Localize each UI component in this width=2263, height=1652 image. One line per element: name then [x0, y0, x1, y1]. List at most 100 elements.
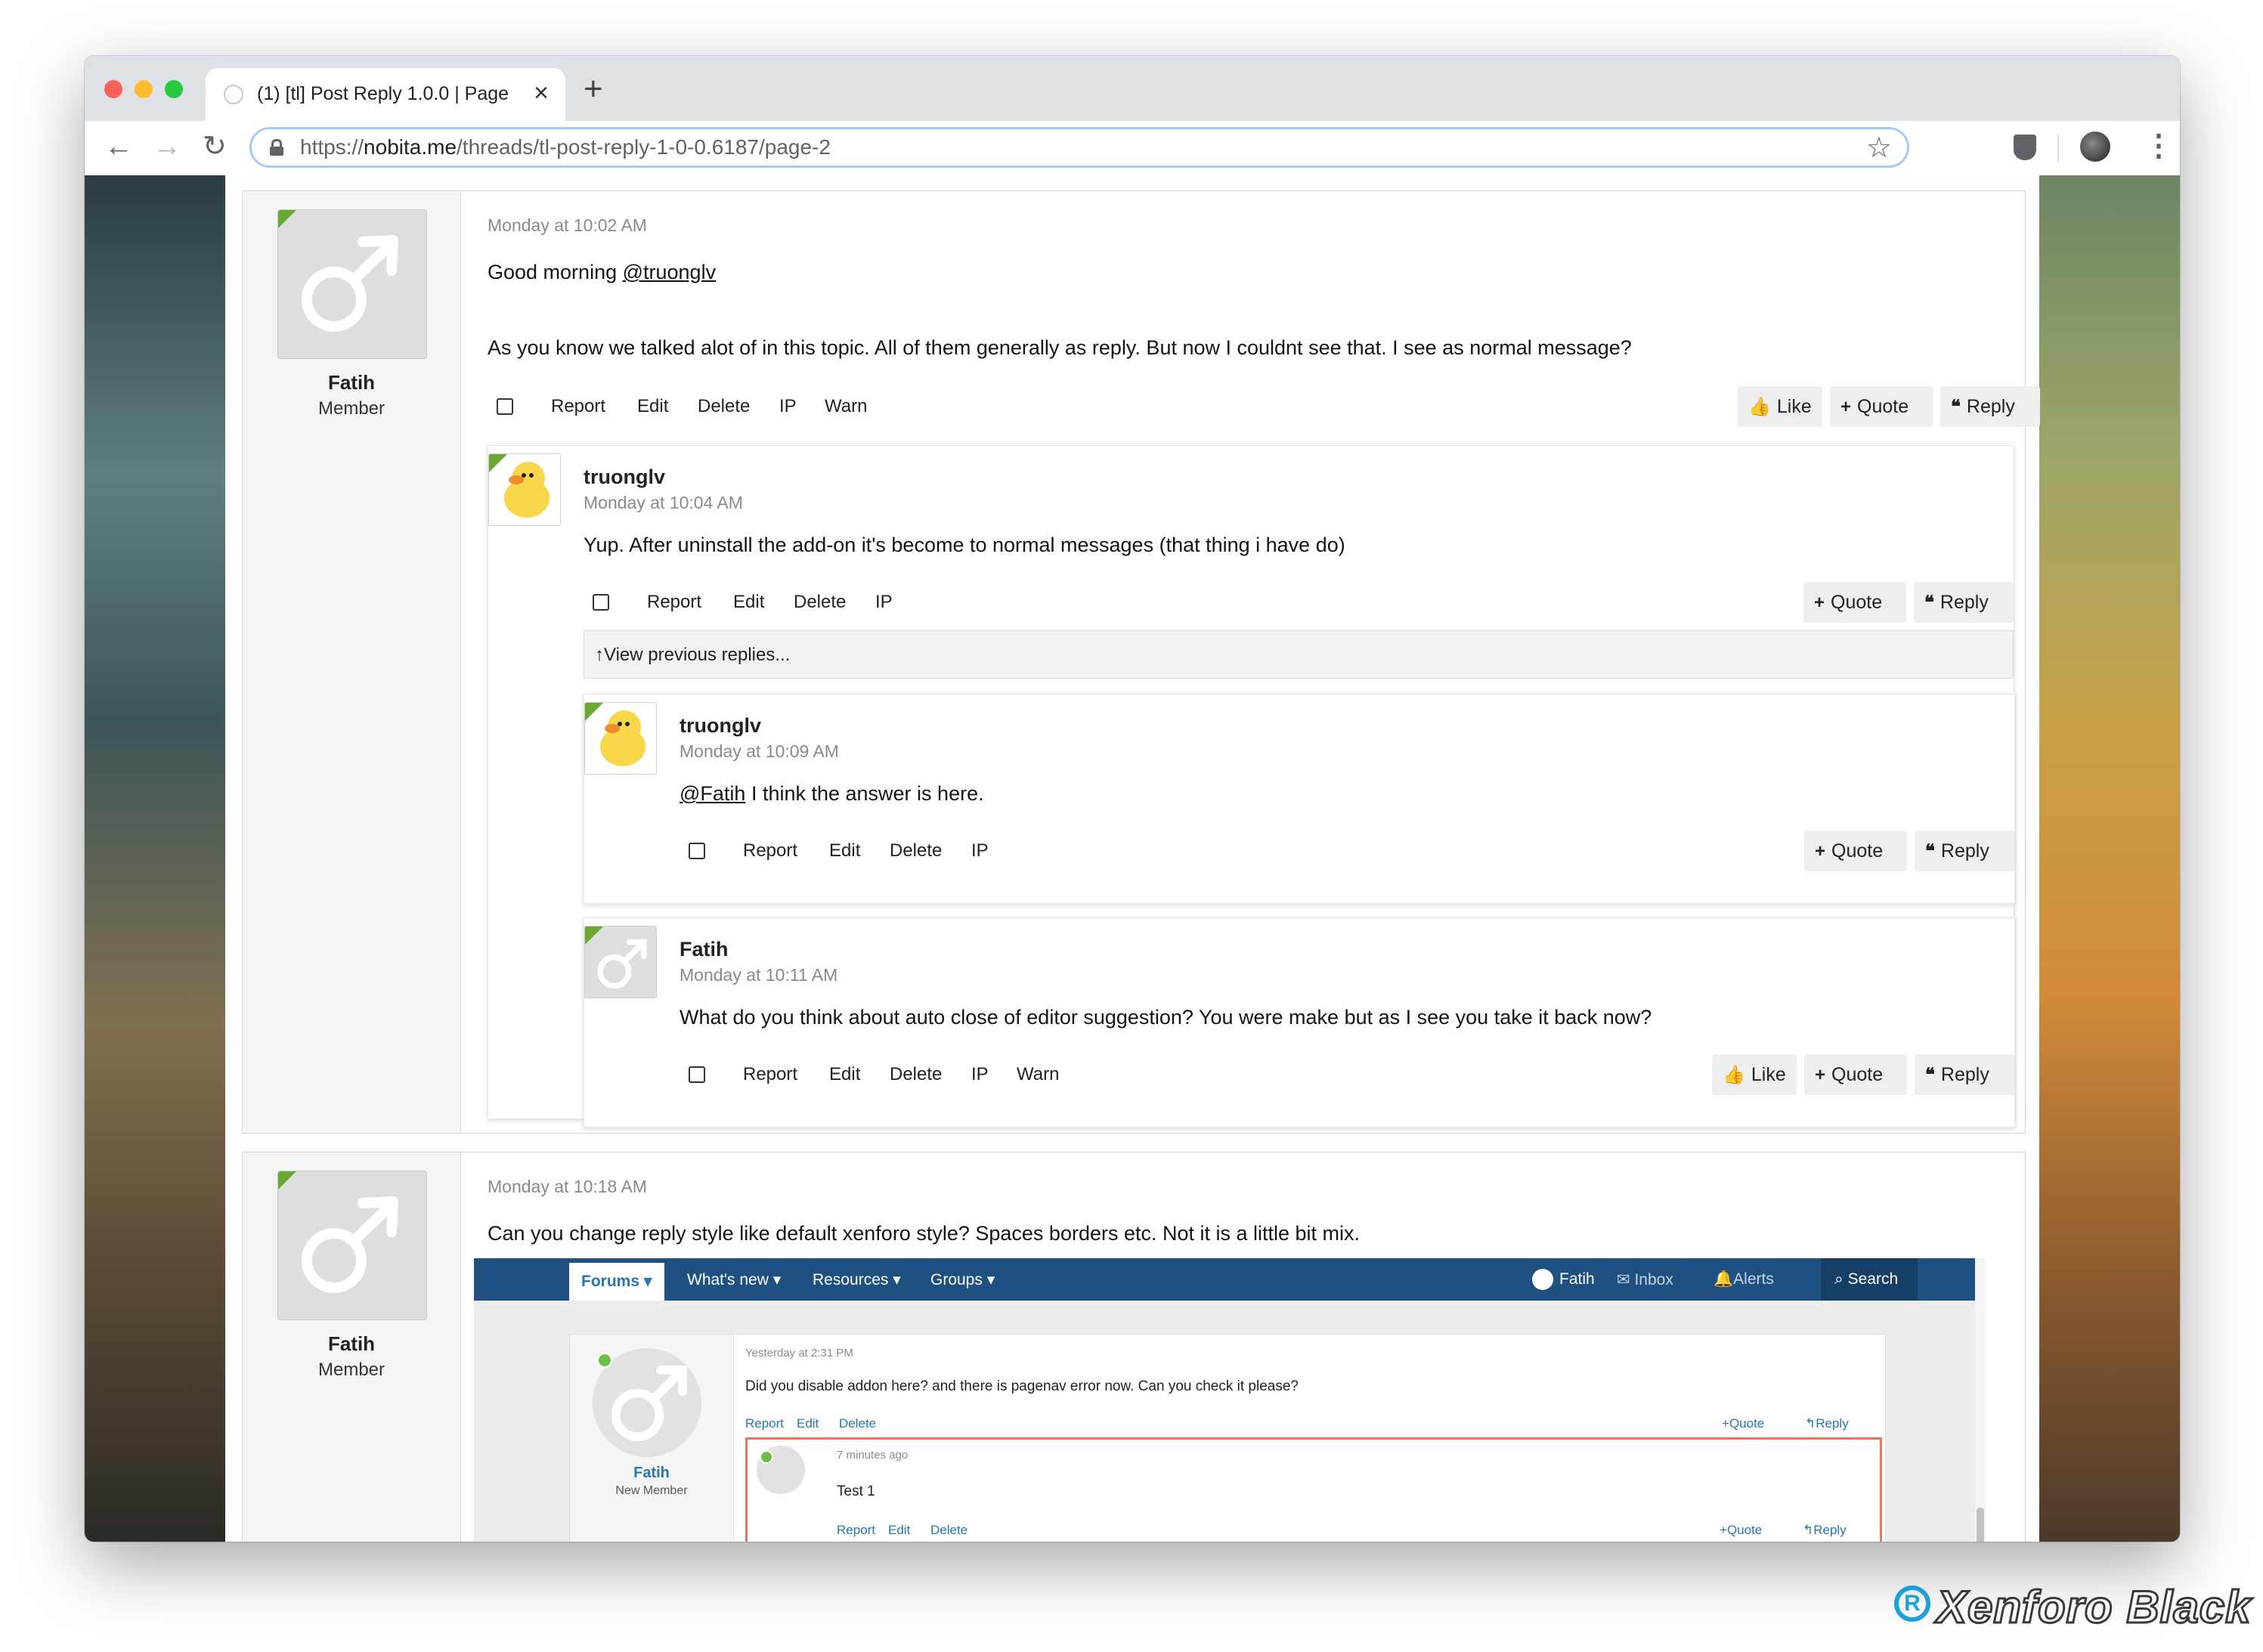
report-link[interactable]: Report [743, 1064, 797, 1085]
embedded-report: Report [745, 1416, 785, 1431]
registered-mark-icon: R [1894, 1585, 1930, 1622]
ip-link[interactable]: IP [971, 1064, 989, 1085]
report-link[interactable]: Report [647, 592, 701, 613]
profile-avatar[interactable] [2080, 131, 2110, 162]
avatar[interactable] [584, 702, 657, 775]
reply-date[interactable]: Monday at 10:11 AM [680, 965, 837, 985]
address-bar[interactable]: https://nobita.me/threads/tl-post-reply-… [249, 127, 1909, 168]
embedded-reply-body: Test 1 [837, 1483, 875, 1499]
select-checkbox[interactable] [689, 843, 705, 859]
quote-marks-icon: ❝ [1951, 397, 1961, 417]
embedded-edit: Edit [797, 1416, 819, 1431]
mention-link[interactable]: @truonglv [623, 261, 716, 283]
close-window-button[interactable] [104, 80, 122, 98]
reply-button[interactable]: ❝ Reply [1940, 386, 2040, 427]
warn-link[interactable]: Warn [825, 396, 867, 417]
url-text[interactable]: https://nobita.me/threads/tl-post-reply-… [300, 135, 831, 159]
reply-button[interactable]: ❝ Reply [1915, 1054, 2014, 1095]
tab-favicon-icon [224, 85, 243, 104]
mention-link[interactable]: @Fatih [680, 782, 745, 805]
delete-link[interactable]: Delete [698, 396, 750, 417]
message-user-cell: Fatih Member [243, 1152, 461, 1542]
reload-icon[interactable]: ↻ [203, 130, 227, 163]
extension-shield-icon[interactable] [2014, 135, 2036, 160]
new-tab-icon[interactable]: + [584, 73, 603, 106]
quote-marks-icon: ❝ [1925, 841, 1935, 862]
view-previous-replies-link[interactable]: ↑View previous replies... [584, 630, 2014, 679]
embedded-reply: ↰Reply [1805, 1416, 1849, 1431]
reply-date[interactable]: Monday at 10:09 AM [680, 741, 839, 762]
bookmark-star-icon[interactable]: ☆ [1866, 131, 1892, 165]
select-checkbox[interactable] [689, 1066, 705, 1083]
reply-button[interactable]: ❝ Reply [1915, 831, 2014, 871]
back-arrow-icon[interactable]: ← [104, 130, 133, 163]
forward-arrow-icon[interactable]: → [153, 130, 181, 163]
embedded-reply-report: Report [837, 1523, 876, 1537]
report-link[interactable]: Report [551, 396, 605, 417]
online-indicator [278, 1171, 296, 1190]
background-right [2039, 175, 2180, 1542]
quote-button[interactable]: + Quote [1830, 386, 1933, 427]
reply-actions: Report Edit Delete IP Warn 👍 Like + Quote … [680, 1054, 2014, 1095]
username[interactable]: Fatih [243, 371, 460, 394]
like-button[interactable]: 👍 Like [1738, 386, 1822, 427]
quote-button[interactable]: + Quote [1804, 1054, 1907, 1095]
reply-item: Fatih Monday at 10:11 AM What do you thi… [584, 917, 2015, 1128]
embedded-delete: Delete [839, 1416, 877, 1431]
quote-button[interactable]: + Quote [1804, 831, 1907, 871]
select-checkbox[interactable] [497, 398, 513, 415]
delete-link[interactable]: Delete [890, 1064, 942, 1085]
quote-button[interactable]: + Quote [1803, 582, 1906, 623]
default-male-avatar-icon [302, 1196, 398, 1293]
reply-username[interactable]: truonglv [584, 466, 665, 489]
reply-username[interactable]: Fatih [680, 938, 729, 961]
embedded-username: Fatih [633, 1465, 670, 1481]
username[interactable]: Fatih [243, 1332, 460, 1356]
embedded-nav-inbox: ✉ Inbox [1617, 1271, 1673, 1288]
reply-item: truonglv Monday at 10:09 AM @Fatih I thi… [584, 694, 2015, 904]
edit-link[interactable]: Edit [733, 592, 764, 613]
ip-link[interactable]: IP [875, 592, 893, 613]
avatar[interactable] [277, 209, 427, 359]
bell-icon: 🔔 [1714, 1270, 1734, 1288]
ip-link[interactable]: IP [971, 840, 989, 862]
embedded-scrollbar [1975, 1258, 1986, 1542]
like-button[interactable]: 👍 Like [1712, 1054, 1797, 1095]
message-date[interactable]: Monday at 10:18 AM [488, 1177, 647, 1197]
edit-link[interactable]: Edit [637, 396, 668, 417]
message-body-line: As you know we talked alot of in this to… [488, 336, 1632, 359]
reply-username[interactable]: truonglv [680, 714, 761, 738]
select-checkbox[interactable] [593, 594, 609, 611]
avatar[interactable] [584, 926, 657, 998]
browser-tab[interactable]: (1) [tl] Post Reply 1.0.0 | Page 2 × [206, 68, 565, 121]
message-date[interactable]: Monday at 10:02 AM [488, 215, 647, 236]
thumbs-up-icon: 👍 [1723, 1065, 1745, 1085]
edit-link[interactable]: Edit [829, 1064, 860, 1085]
delete-link[interactable]: Delete [794, 592, 846, 613]
report-link[interactable]: Report [743, 840, 797, 862]
embedded-quote: +Quote [1722, 1416, 1765, 1431]
search-icon: ⌕ [1834, 1270, 1844, 1288]
ip-link[interactable]: IP [779, 396, 797, 417]
minimize-window-button[interactable] [135, 80, 153, 98]
maximize-window-button[interactable] [165, 80, 183, 98]
reply-actions: Report Edit Delete IP + Quote ❝ Reply [584, 582, 2014, 623]
browser-menu-icon[interactable]: ⋮ [2144, 128, 2174, 163]
attached-screenshot[interactable]: Forums ▾ What's new ▾ Resources ▾ Groups… [474, 1258, 1986, 1542]
delete-link[interactable]: Delete [890, 840, 942, 862]
edit-link[interactable]: Edit [829, 840, 860, 862]
avatar[interactable] [277, 1171, 427, 1320]
message-post: Fatih Member Monday at 10:02 AM Good mor… [242, 190, 2040, 1134]
warn-link[interactable]: Warn [1017, 1064, 1059, 1085]
page-viewport: Fatih Member Monday at 10:02 AM Good mor… [85, 175, 2180, 1542]
tab-close-icon[interactable]: × [534, 79, 549, 108]
message-main: Monday at 10:02 AM Good morning @truongl… [460, 191, 2040, 1133]
online-indicator [585, 703, 603, 721]
avatar[interactable] [488, 453, 561, 526]
reply-date[interactable]: Monday at 10:04 AM [584, 493, 743, 513]
reply-button[interactable]: ❝ Reply [1914, 582, 2014, 623]
embedded-reply-quote: +Quote [1720, 1523, 1763, 1537]
embedded-reply-edit: Edit [888, 1523, 911, 1537]
reply-body: Yup. After uninstall the add-on it's bec… [584, 534, 1345, 556]
quote-marks-icon: ❝ [1925, 1065, 1935, 1085]
